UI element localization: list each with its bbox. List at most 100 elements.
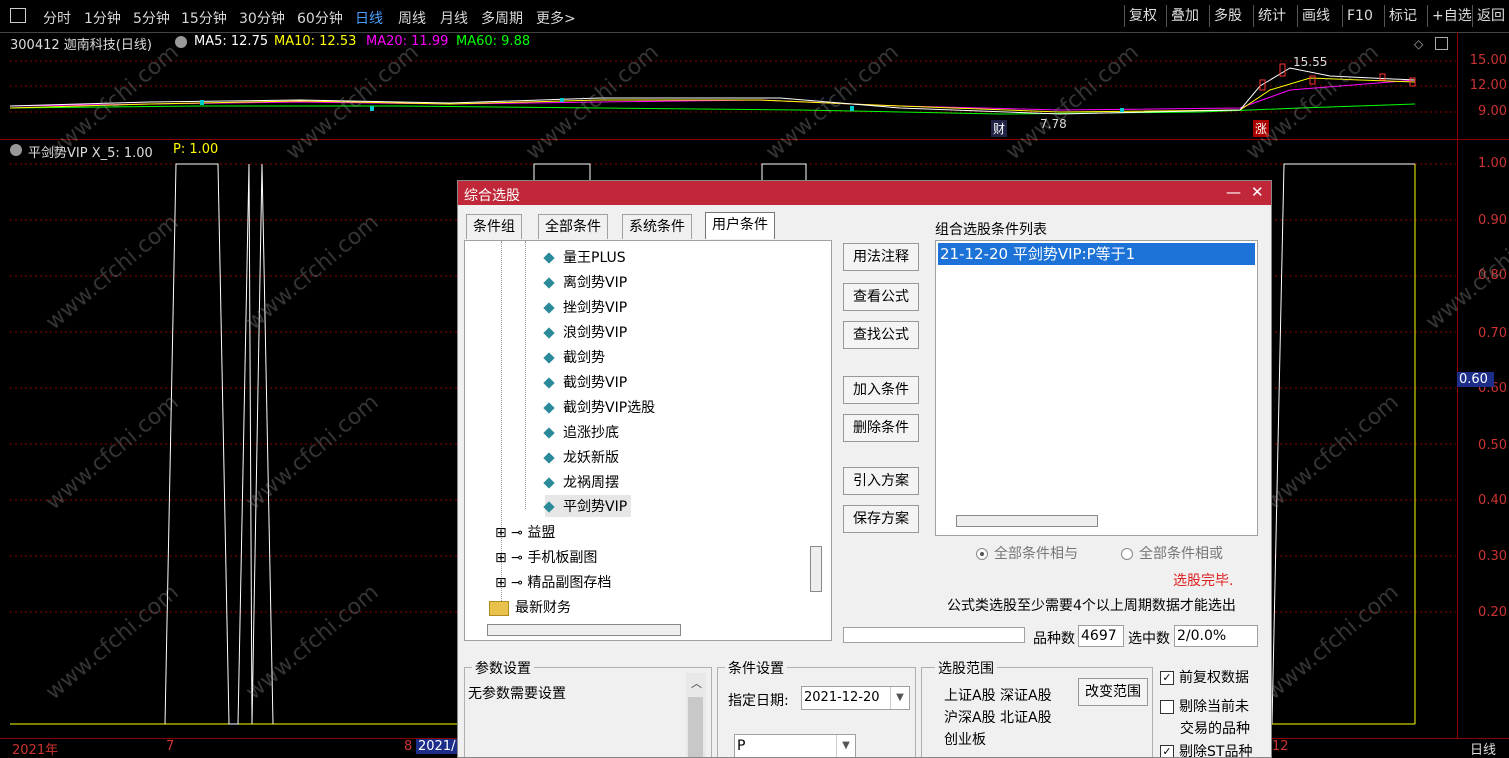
chevron-down-icon[interactable]: ▼: [890, 687, 909, 709]
tree-item[interactable]: 追涨抄底: [543, 422, 619, 442]
indicator-axis-label: 0.70: [1478, 326, 1507, 341]
indicator-axis-label: 0.80: [1478, 268, 1507, 283]
period-tab-1min[interactable]: 1分钟: [84, 8, 121, 28]
tree-item[interactable]: 量王PLUS: [543, 247, 626, 267]
tab-user-conditions[interactable]: 用户条件: [705, 212, 775, 239]
more-menu[interactable]: 更多>: [536, 8, 576, 28]
overlay-button[interactable]: 叠加: [1166, 5, 1203, 27]
save-scheme-button[interactable]: 保存方案: [843, 505, 919, 533]
current-value-marker: 0.60: [1457, 372, 1494, 387]
param-scrollbar[interactable]: ︿: [686, 673, 706, 757]
tab-all-conditions[interactable]: 全部条件: [538, 214, 608, 239]
view-formula-button[interactable]: 查看公式: [843, 283, 919, 311]
usage-notes-button[interactable]: 用法注释: [843, 243, 919, 271]
formula-tree[interactable]: 量王PLUS 离剑势VIP 挫剑势VIP 浪剑势VIP 截剑势 截剑势VIP 截…: [464, 240, 832, 641]
param-group: [464, 667, 712, 757]
tree-hscrollbar-thumb[interactable]: [487, 624, 681, 636]
checkbox-forward-adjust[interactable]: ✓ 前复权数据: [1160, 667, 1249, 687]
stats-button[interactable]: 统计: [1253, 5, 1290, 27]
chevron-down-icon[interactable]: ▼: [836, 735, 855, 757]
period-tab-multi[interactable]: 多周期: [481, 8, 523, 28]
checkbox-label-continued: 交易的品种: [1180, 721, 1250, 737]
period-indicator: 日线: [1470, 743, 1497, 758]
period-tab-monthly[interactable]: 月线: [440, 8, 468, 28]
tree-item[interactable]: 龙妖新版: [543, 447, 619, 467]
tree-group[interactable]: ⊞ ⊸ 精品副图存档: [495, 572, 611, 592]
tree-item[interactable]: 离剑势VIP: [543, 272, 627, 292]
date-axis-cursor: 2021/: [416, 739, 458, 754]
period-tab-fenshi[interactable]: 分时: [43, 8, 71, 28]
selected-value: 2/0.0%: [1174, 625, 1258, 647]
checkbox[interactable]: ✓: [1160, 671, 1174, 685]
tree-guide-line: [525, 241, 526, 509]
upper-axis-label: 12.00: [1469, 78, 1507, 93]
tree-group[interactable]: ⊞ ⊸ 益盟: [495, 522, 555, 542]
date-label: 指定日期:: [728, 693, 789, 709]
period-tab-daily[interactable]: 日线: [355, 8, 383, 28]
upper-axis-label: 15.00: [1469, 53, 1507, 68]
period-tab-30min[interactable]: 30分钟: [239, 8, 285, 28]
radio-or[interactable]: 全部条件相或: [1121, 543, 1223, 563]
date-axis-month: 7: [166, 739, 175, 754]
tree-item-selected[interactable]: 平剑势VIP: [543, 495, 632, 517]
period-tab-weekly[interactable]: 周线: [398, 8, 426, 28]
mark-button[interactable]: 标记: [1384, 5, 1421, 27]
period-tab-60min[interactable]: 60分钟: [297, 8, 343, 28]
fuquan-button[interactable]: 复权: [1124, 5, 1161, 27]
menu-icon[interactable]: [10, 8, 26, 23]
p-select[interactable]: P ▼: [734, 734, 856, 757]
tab-condition-group[interactable]: 条件组: [466, 214, 522, 239]
stock-screener-dialog: 综合选股 — ✕ 条件组 全部条件 系统条件 用户条件 量王PLUS 离剑势VI…: [457, 180, 1272, 758]
back-button[interactable]: 返回: [1472, 5, 1509, 27]
add-watchlist-button[interactable]: +自选: [1427, 5, 1476, 27]
date-axis-month: 12: [1272, 739, 1289, 754]
checkbox-exclude-st[interactable]: ✓ 剔除ST品种: [1160, 741, 1252, 757]
add-condition-button[interactable]: 加入条件: [843, 376, 919, 404]
count-label: 品种数: [1033, 631, 1075, 647]
radio-and[interactable]: 全部条件相与: [976, 543, 1078, 563]
indicator-axis-label: 0.90: [1478, 213, 1507, 228]
minimize-icon[interactable]: —: [1226, 183, 1241, 201]
condition-list-title: 组合选股条件列表: [935, 222, 1047, 238]
multi-stock-button[interactable]: 多股: [1209, 5, 1246, 27]
tab-system-conditions[interactable]: 系统条件: [622, 214, 692, 239]
scroll-up-icon[interactable]: ︿: [691, 675, 702, 691]
tree-item[interactable]: 龙祸周摆: [543, 472, 619, 492]
tree-group[interactable]: ⊞ ⊸ 手机板副图: [495, 547, 597, 567]
condition-list-item[interactable]: 21-12-20 平剑势VIP:P等于1: [938, 243, 1255, 265]
tree-item[interactable]: 截剑势: [543, 347, 605, 367]
change-range-button[interactable]: 改变范围: [1078, 678, 1148, 706]
price-chart: 15.55 7.78: [9, 55, 1456, 131]
tree-item[interactable]: 挫剑势VIP: [543, 297, 627, 317]
tree-item[interactable]: 浪剑势VIP: [543, 322, 627, 342]
param-group-title: 参数设置: [472, 658, 534, 678]
tree-folder[interactable]: 最新财务: [489, 597, 571, 617]
tree-item[interactable]: 截剑势VIP: [543, 372, 627, 392]
condition-list[interactable]: 21-12-20 平剑势VIP:P等于1: [935, 240, 1258, 536]
selected-label: 选中数: [1128, 631, 1170, 647]
f10-button[interactable]: F10: [1342, 5, 1377, 27]
date-picker[interactable]: 2021-12-20 ▼: [801, 686, 910, 710]
folder-icon: [489, 600, 509, 616]
tree-item[interactable]: 截剑势VIP选股: [543, 397, 655, 417]
tree-scrollbar-thumb[interactable]: [810, 546, 822, 592]
high-price-label: 15.55: [1293, 55, 1327, 69]
find-formula-button[interactable]: 查找公式: [843, 321, 919, 349]
period-tab-15min[interactable]: 15分钟: [181, 8, 227, 28]
upper-axis-label: 9.00: [1478, 104, 1507, 119]
checkbox[interactable]: ✓: [1160, 745, 1174, 757]
dialog-title-bar[interactable]: 综合选股 — ✕: [458, 181, 1271, 205]
checkbox[interactable]: [1160, 700, 1174, 714]
indicator-axis-label: 0.50: [1478, 438, 1507, 453]
rise-badge[interactable]: 涨: [1253, 120, 1270, 137]
import-scheme-button[interactable]: 引入方案: [843, 467, 919, 495]
delete-condition-button[interactable]: 删除条件: [843, 414, 919, 442]
close-icon[interactable]: ✕: [1251, 183, 1264, 201]
draw-line-button[interactable]: 画线: [1297, 5, 1334, 27]
finance-badge[interactable]: 财: [991, 120, 1008, 137]
checkbox-exclude-untraded[interactable]: 剔除当前未: [1160, 696, 1249, 716]
range-line: 上证A股 深证A股: [944, 688, 1052, 704]
indicator-axis-label: 1.00: [1478, 156, 1507, 171]
period-tab-5min[interactable]: 5分钟: [133, 8, 170, 28]
list-hscrollbar-thumb[interactable]: [956, 515, 1098, 527]
